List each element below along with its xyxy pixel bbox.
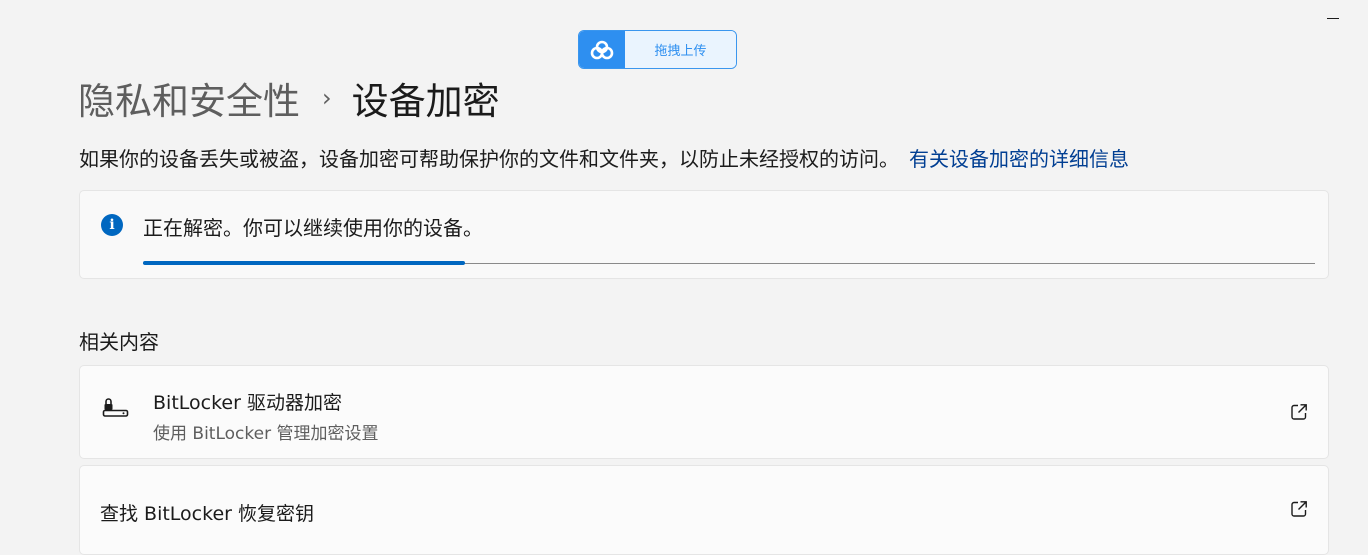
breadcrumb-parent[interactable]: 隐私和安全性 (78, 71, 300, 125)
card-title: BitLocker 驱动器加密 (153, 392, 342, 414)
card-subtitle: 使用 BitLocker 管理加密设置 (153, 424, 379, 444)
upload-drop-widget[interactable]: 拖拽上传 (578, 30, 737, 69)
decryption-progress-bar (143, 261, 1315, 265)
learn-more-link[interactable]: 有关设备加密的详细信息 (909, 147, 1129, 171)
related-section-title: 相关内容 (79, 330, 159, 354)
bitlocker-drive-encryption-card[interactable]: BitLocker 驱动器加密 使用 BitLocker 管理加密设置 (79, 365, 1329, 459)
upload-label: 拖拽上传 (625, 31, 736, 68)
cloud-logo-icon (579, 31, 625, 68)
info-icon: i (101, 214, 123, 236)
minimize-icon[interactable] (1327, 18, 1339, 19)
drive-lock-icon (102, 398, 130, 422)
progress-fill (143, 261, 466, 265)
status-text: 正在解密。你可以继续使用你的设备。 (143, 216, 483, 240)
page-description: 如果你的设备丢失或被盗，设备加密可帮助保护你的文件和文件夹，以防止未经授权的访问… (79, 143, 1129, 172)
card-title: 查找 BitLocker 恢复密钥 (100, 503, 314, 525)
description-text: 如果你的设备丢失或被盗，设备加密可帮助保护你的文件和文件夹，以防止未经授权的访问… (79, 147, 899, 171)
decryption-status-card: i 正在解密。你可以继续使用你的设备。 (79, 190, 1329, 279)
open-external-icon (1290, 403, 1308, 425)
chevron-right-icon: › (322, 84, 332, 112)
page-title: 设备加密 (351, 80, 500, 123)
breadcrumb: 隐私和安全性 › 设备加密 (78, 72, 500, 124)
open-external-icon (1290, 500, 1308, 522)
